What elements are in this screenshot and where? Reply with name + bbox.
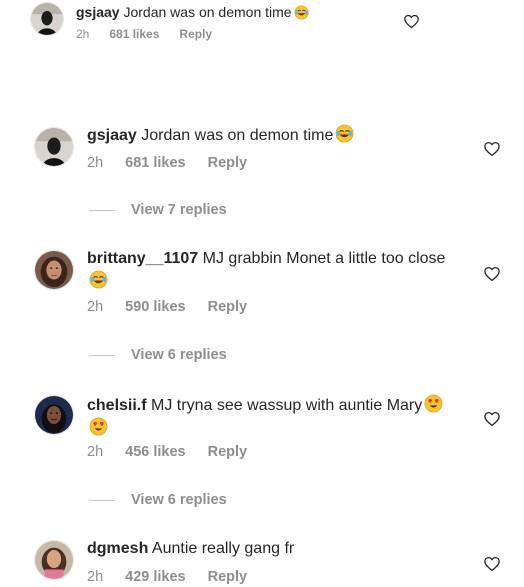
reply-button[interactable]: Reply <box>179 27 212 41</box>
comment-body: MJ tryna see wassup with auntie Mary <box>151 397 423 414</box>
comment-likes[interactable]: 456 likes <box>125 444 185 460</box>
heart-eyes-emoji-icon <box>424 394 443 413</box>
comment-text-line: gsjaay Jordan was on demon time <box>87 124 457 147</box>
comment-time: 2h <box>76 27 90 41</box>
comment-meta: 2h 681 likes Reply <box>87 155 269 171</box>
comment-likes[interactable]: 681 likes <box>125 155 185 171</box>
comment-body: MJ grabbin Monet a little too close <box>202 250 446 267</box>
comment-meta: 2h 456 likes Reply <box>87 444 269 460</box>
avatar[interactable] <box>34 540 74 580</box>
view-replies-button[interactable]: View 6 replies <box>89 492 227 508</box>
divider-line <box>89 499 115 501</box>
laughing-tears-emoji-icon <box>335 124 354 143</box>
heart-outline-icon[interactable] <box>483 555 501 573</box>
comment-username[interactable]: brittany__1107 <box>87 250 198 267</box>
divider-line <box>89 354 115 356</box>
comment-time: 2h <box>87 569 104 585</box>
laughing-tears-emoji-icon <box>89 270 108 289</box>
comment-text-line: gsjaay Jordan was on demon time <box>76 3 309 21</box>
avatar[interactable] <box>34 250 74 290</box>
avatar[interactable] <box>34 127 74 167</box>
view-replies-button[interactable]: View 7 replies <box>89 202 227 218</box>
view-replies-label: View 7 replies <box>131 202 227 218</box>
heart-outline-icon[interactable] <box>403 13 420 30</box>
avatar-image <box>31 3 63 35</box>
reply-button[interactable]: Reply <box>208 155 248 171</box>
avatar[interactable] <box>30 2 64 36</box>
comment-username[interactable]: dgmesh <box>87 540 148 557</box>
comment-time: 2h <box>87 444 104 460</box>
comment-text-line: dgmesh Auntie really gang fr <box>87 539 457 560</box>
comment-likes[interactable]: 590 likes <box>125 299 185 315</box>
comment-time: 2h <box>87 155 104 171</box>
divider-line <box>89 209 115 211</box>
comment-username[interactable]: chelsii.f <box>87 397 147 414</box>
reply-button[interactable]: Reply <box>208 444 248 460</box>
heart-outline-icon[interactable] <box>483 265 501 283</box>
comment-body: Auntie really gang fr <box>151 540 295 557</box>
avatar-image <box>35 128 73 166</box>
avatar-image <box>35 396 73 434</box>
comment-meta: 2h 590 likes Reply <box>87 299 269 315</box>
avatar[interactable] <box>34 395 74 435</box>
comment-username[interactable]: gsjaay <box>76 4 120 20</box>
comment-time: 2h <box>87 299 104 315</box>
comment-meta: 2h 429 likes Reply <box>87 569 269 585</box>
laughing-tears-emoji-icon <box>294 5 309 20</box>
comment-meta: 2h 681 likes Reply <box>76 27 232 41</box>
comment-body: Jordan was on demon time <box>141 127 334 144</box>
comment-body: Jordan was on demon time <box>123 4 292 20</box>
reply-button[interactable]: Reply <box>208 569 248 585</box>
comment-text-line: brittany__1107 MJ grabbin Monet a little… <box>87 249 457 293</box>
comment-username[interactable]: gsjaay <box>87 127 137 144</box>
heart-outline-icon[interactable] <box>483 140 501 158</box>
view-replies-label: View 6 replies <box>131 347 227 363</box>
avatar-image <box>35 251 73 289</box>
comment-text-line: chelsii.f MJ tryna see wassup with aunti… <box>87 394 457 440</box>
reply-button[interactable]: Reply <box>208 299 248 315</box>
view-replies-label: View 6 replies <box>131 492 227 508</box>
avatar-image <box>35 541 73 579</box>
heart-outline-icon[interactable] <box>483 410 501 428</box>
comment-likes[interactable]: 681 likes <box>109 27 159 41</box>
heart-eyes-emoji-icon <box>89 417 108 436</box>
view-replies-button[interactable]: View 6 replies <box>89 347 227 363</box>
comment-likes[interactable]: 429 likes <box>125 569 185 585</box>
